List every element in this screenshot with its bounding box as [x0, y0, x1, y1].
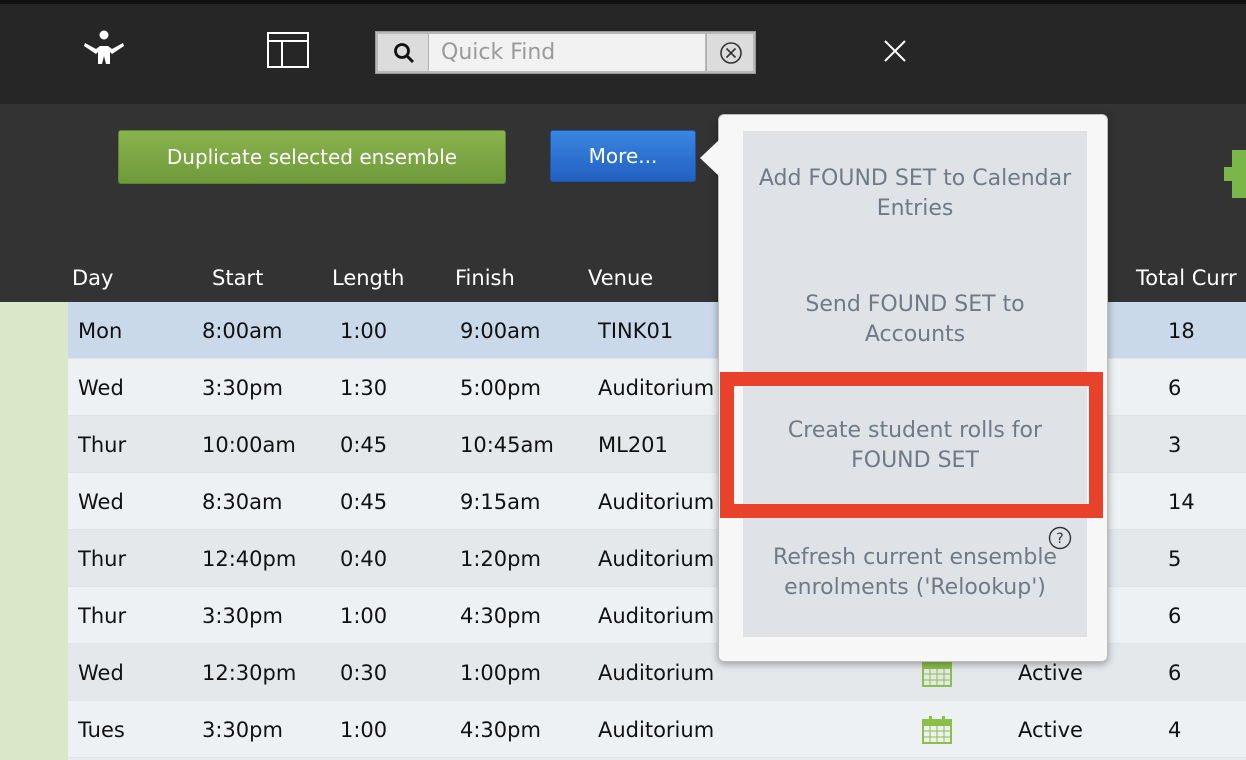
cell-start: 3:30pm — [202, 718, 283, 742]
row-selector-strip — [0, 302, 68, 760]
cell-finish: 1:00pm — [460, 661, 541, 685]
cell-status: Active — [1018, 718, 1083, 742]
search-icon-button[interactable] — [378, 34, 429, 71]
cell-status: Active — [1018, 661, 1083, 685]
cell-length: 0:40 — [340, 547, 388, 571]
cell-total: 14 — [1168, 490, 1195, 514]
cell-length: 1:00 — [340, 319, 388, 343]
cell-total: 3 — [1168, 433, 1182, 457]
cell-start: 12:30pm — [202, 661, 297, 685]
cell-day: Wed — [78, 661, 124, 685]
cell-total: 6 — [1168, 376, 1182, 400]
column-header-day[interactable]: Day — [72, 266, 113, 290]
cell-finish: 4:30pm — [460, 604, 541, 628]
cell-start: 10:00am — [202, 433, 296, 457]
cell-day: Thur — [78, 604, 127, 628]
cell-total: 6 — [1168, 604, 1182, 628]
cell-length: 1:30 — [340, 376, 388, 400]
cell-day: Mon — [78, 319, 123, 343]
cell-length: 1:00 — [340, 604, 388, 628]
cell-day: Tues — [78, 718, 125, 742]
cell-total: 6 — [1168, 661, 1182, 685]
cell-day: Wed — [78, 490, 124, 514]
cell-venue: Auditorium — [598, 604, 715, 628]
cell-venue: Auditorium — [598, 547, 715, 571]
cell-start: 3:30pm — [202, 376, 283, 400]
cell-finish: 1:20pm — [460, 547, 541, 571]
cell-venue: Auditorium — [598, 718, 715, 742]
cell-length: 0:45 — [340, 490, 388, 514]
menu-item-send-to-accounts[interactable]: Send FOUND SET to Accounts — [743, 257, 1087, 383]
cell-total: 4 — [1168, 718, 1182, 742]
menu-item-refresh-enrolments[interactable]: Refresh current ensemble enrolments ('Re… — [743, 509, 1087, 637]
cell-venue: ML201 — [598, 433, 668, 457]
column-header-finish[interactable]: Finish — [455, 266, 515, 290]
cell-finish: 9:00am — [460, 319, 541, 343]
cell-length: 1:00 — [340, 718, 388, 742]
cell-finish: 9:15am — [460, 490, 541, 514]
search-icon — [394, 43, 415, 64]
search-input[interactable] — [429, 34, 705, 71]
cell-day: Thur — [78, 547, 127, 571]
highlight-box — [720, 372, 1103, 518]
search-clear-button[interactable] — [706, 34, 753, 71]
menu-item-add-calendar-entries[interactable]: Add FOUND SET to Calendar Entries — [743, 131, 1087, 257]
cell-length: 0:45 — [340, 433, 388, 457]
cell-total: 5 — [1168, 547, 1182, 571]
cell-total: 18 — [1168, 319, 1195, 343]
cell-start: 8:30am — [202, 490, 283, 514]
column-header-total[interactable]: Total Curr — [1136, 266, 1237, 290]
close-icon[interactable] — [880, 36, 910, 66]
layout-icon[interactable] — [267, 32, 309, 68]
svg-text:?: ? — [1056, 531, 1063, 547]
column-header-length[interactable]: Length — [332, 266, 404, 290]
duplicate-ensemble-button[interactable]: Duplicate selected ensemble — [118, 130, 506, 184]
table-row[interactable]: Tues 3:30pm 1:00 4:30pm Auditorium Activ… — [68, 701, 1246, 758]
cell-length: 0:30 — [340, 661, 388, 685]
column-header-venue[interactable]: Venue — [588, 266, 653, 290]
cell-finish: 5:00pm — [460, 376, 541, 400]
more-button[interactable]: More... — [550, 130, 696, 182]
question-icon[interactable]: ? — [1048, 526, 1072, 550]
cell-start: 12:40pm — [202, 547, 297, 571]
cell-day: Thur — [78, 433, 127, 457]
column-header-start[interactable]: Start — [212, 266, 263, 290]
calendar-icon[interactable] — [922, 659, 952, 687]
cell-start: 3:30pm — [202, 604, 283, 628]
cell-venue: TINK01 — [598, 319, 674, 343]
help-person-icon[interactable] — [82, 28, 126, 72]
cell-day: Wed — [78, 376, 124, 400]
calendar-icon[interactable] — [922, 716, 952, 744]
clear-circle-x-icon — [720, 42, 742, 64]
cell-venue: Auditorium — [598, 490, 715, 514]
cell-venue: Auditorium — [598, 661, 715, 685]
quick-find-search — [375, 31, 756, 74]
cell-finish: 4:30pm — [460, 718, 541, 742]
cell-start: 8:00am — [202, 319, 283, 343]
popover-arrow — [700, 140, 719, 176]
add-icon[interactable] — [1224, 150, 1246, 198]
cell-venue: Auditorium — [598, 376, 715, 400]
cell-finish: 10:45am — [460, 433, 554, 457]
